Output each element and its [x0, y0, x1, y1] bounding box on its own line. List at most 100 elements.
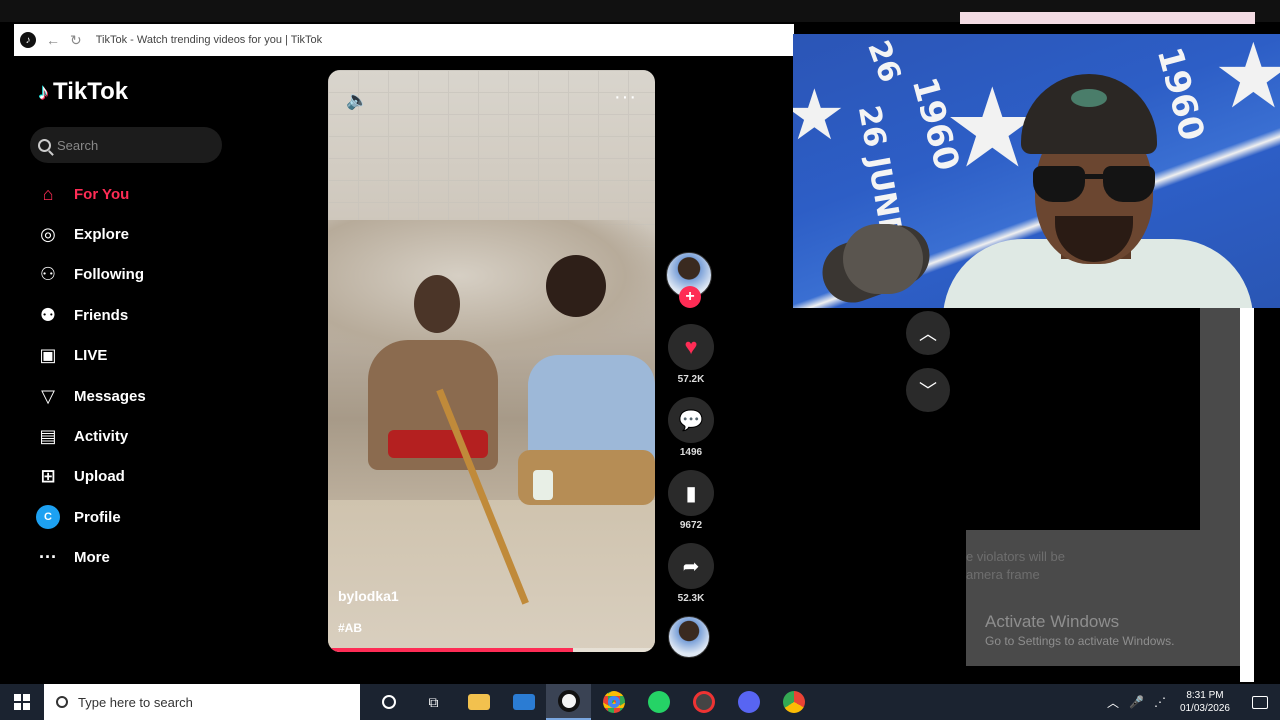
video-hashtag[interactable]: #AB [338, 621, 362, 635]
microphone-icon[interactable]: 🎤 [1129, 695, 1144, 709]
flag-star-icon: ★ [793, 76, 846, 154]
chrome-profile-button[interactable] [771, 684, 816, 720]
sunglasses-lens [1103, 166, 1155, 202]
app-icon [692, 691, 715, 713]
sidebar-item-label: Activity [74, 428, 129, 446]
following-icon: ⚇ [39, 264, 57, 285]
taskbar-apps: ⧉ [366, 684, 816, 720]
app-button[interactable] [681, 684, 726, 720]
video-progress-fill [328, 648, 574, 652]
taskbar-search-input[interactable] [78, 694, 338, 710]
search-bar[interactable] [30, 127, 222, 163]
network-icon[interactable]: ⋰ [1154, 695, 1166, 709]
whatsapp-button[interactable] [636, 684, 681, 720]
flag-star-icon: ★ [1213, 34, 1280, 127]
taskbar-search[interactable] [44, 684, 360, 720]
video-more-icon[interactable]: ··· [614, 86, 637, 109]
browser-title-bar: ♪ ← ↻ TikTok - Watch trending videos for… [14, 24, 794, 56]
back-arrow-icon[interactable]: ← [46, 32, 60, 48]
capcut-icon [557, 690, 580, 712]
search-icon[interactable] [38, 138, 51, 152]
chrome-button[interactable] [591, 684, 636, 720]
sidebar-item-upload[interactable]: ⊞ Upload [36, 457, 236, 497]
sidebar-item-activity[interactable]: ▤ Activity [36, 416, 236, 456]
share-icon: ➦ [682, 555, 700, 578]
cortana-icon [381, 695, 396, 709]
more-icon: ··· [39, 547, 57, 568]
next-video-button[interactable]: ﹀ [906, 368, 950, 412]
like-action[interactable]: ♥ 57.2K [666, 324, 716, 385]
whatsapp-icon [647, 691, 670, 713]
sidebar-item-friends[interactable]: ⚉ Friends [36, 295, 236, 335]
cap-logo-icon [1071, 89, 1107, 107]
sidebar-item-following[interactable]: ⚇ Following [36, 255, 236, 295]
chevron-up-icon[interactable]: ︿ [1107, 694, 1119, 711]
sound-avatar[interactable] [668, 616, 710, 658]
follow-plus-icon[interactable]: + [679, 286, 701, 308]
windows-logo-icon [14, 694, 30, 710]
sunglasses-lens [1033, 166, 1085, 202]
sidebar-item-label: LIVE [74, 347, 108, 365]
sidebar-item-profile[interactable]: C Profile [36, 497, 236, 537]
background-window-strip [960, 12, 1255, 24]
sidebar-item-more[interactable]: ··· More [36, 538, 236, 578]
video-actions: + ♥ 57.2K 💬 1496 ▮ 9672 ➦ 52.3K [666, 252, 716, 658]
like-button[interactable]: ♥ [668, 324, 714, 370]
search-icon [56, 696, 68, 708]
share-action[interactable]: ➦ 52.3K [666, 543, 716, 604]
share-button[interactable]: ➦ [668, 543, 714, 589]
flag-text: 26 [860, 35, 908, 88]
clock-date: 01/03/2026 [1179, 703, 1230, 714]
video-scene-rubble [328, 220, 655, 360]
start-button[interactable] [0, 684, 44, 720]
sidebar-item-for-you[interactable]: ⌂ For You [36, 174, 236, 214]
tiktok-note-icon: ♪ [38, 79, 49, 104]
tiktok-logo[interactable]: ♪ TikTok [38, 78, 128, 106]
background-window-text: e violators will be amera frame [966, 549, 1065, 582]
task-view-button[interactable]: ⧉ [411, 684, 456, 720]
comment-count: 1496 [679, 447, 703, 458]
webcam-overlay: ★ ★ ★ 1960 26 JUNE 26 1960 [793, 34, 1280, 308]
mail-icon [512, 694, 535, 710]
sidebar-item-messages[interactable]: ▽ Messages [36, 376, 236, 416]
save-button[interactable]: ▮ [668, 470, 714, 516]
sidebar-item-explore[interactable]: ◎ Explore [36, 214, 236, 254]
volume-icon[interactable]: 🔈 [346, 90, 368, 111]
notification-icon[interactable] [1252, 695, 1268, 709]
capcut-button[interactable] [546, 684, 591, 720]
sidebar-item-label: For You [74, 185, 130, 203]
video-player[interactable]: 🔈 ··· bylodka1 #AB [328, 70, 655, 652]
comment-action[interactable]: 💬 1496 [666, 397, 716, 458]
sidebar-item-label: More [74, 549, 110, 567]
video-progress-bar[interactable] [328, 648, 655, 652]
file-explorer-button[interactable] [456, 684, 501, 720]
friends-icon: ⚉ [39, 304, 57, 325]
save-count: 9672 [679, 520, 703, 531]
like-count: 57.2K [677, 374, 705, 385]
cortana-button[interactable] [366, 684, 411, 720]
video-bottle [533, 470, 553, 500]
compass-icon: ◎ [40, 224, 56, 245]
comment-icon: 💬 [678, 409, 704, 432]
sidebar-item-label: Profile [74, 508, 121, 526]
comment-button[interactable]: 💬 [668, 397, 714, 443]
mail-button[interactable] [501, 684, 546, 720]
discord-button[interactable] [726, 684, 771, 720]
chevron-down-icon: ﹀ [919, 381, 937, 401]
reload-icon[interactable]: ↻ [70, 32, 82, 49]
heart-icon: ♥ [684, 334, 698, 359]
video-author[interactable]: bylodka1 [338, 588, 399, 604]
save-action[interactable]: ▮ 9672 [666, 470, 716, 531]
creator-avatar[interactable]: + [666, 252, 712, 308]
task-view-icon: ⧉ [428, 693, 439, 710]
screen: ♪ ← ↻ TikTok - Watch trending videos for… [0, 0, 1280, 720]
scrollbar[interactable] [1240, 308, 1254, 682]
tiktok-favicon-icon: ♪ [20, 32, 36, 48]
messages-icon: ▽ [41, 385, 55, 406]
sidebar-item-live[interactable]: ▣ LIVE [36, 336, 236, 376]
previous-video-button[interactable]: ︿ [906, 311, 950, 355]
search-input[interactable] [57, 137, 207, 153]
home-icon: ⌂ [42, 183, 54, 204]
clock[interactable]: 8:31 PM 01/03/2026 [1180, 689, 1230, 715]
sunglasses [1033, 166, 1155, 206]
